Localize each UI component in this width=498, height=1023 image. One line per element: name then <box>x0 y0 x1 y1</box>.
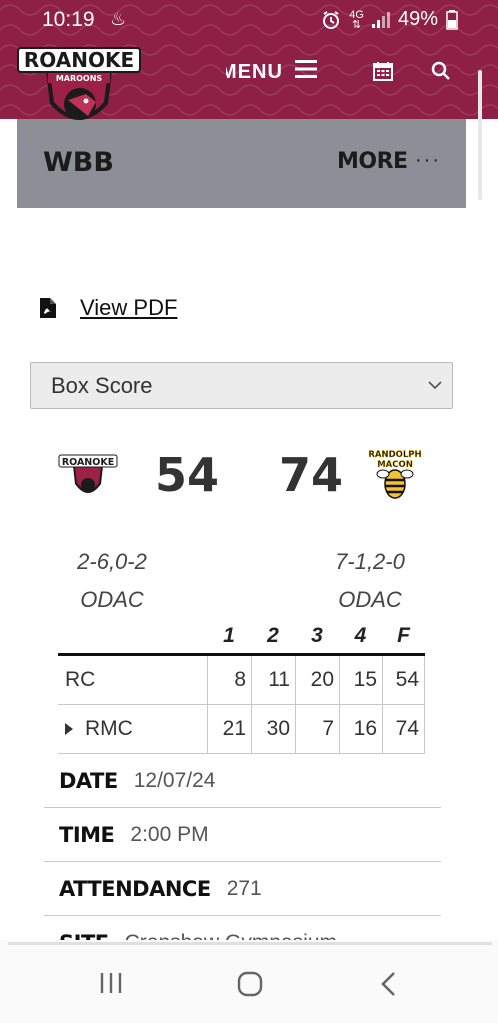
linescore-header-period: 2 <box>267 624 279 647</box>
alarm-icon <box>321 10 341 30</box>
search-icon <box>431 61 451 85</box>
linescore-cell: 7 <box>295 705 339 753</box>
scrollbar[interactable] <box>478 70 482 200</box>
home-button[interactable] <box>236 970 264 1003</box>
away-team-logo: RANDOLPH MACON <box>365 446 425 502</box>
search-button[interactable] <box>431 61 451 86</box>
back-button[interactable] <box>378 970 400 1003</box>
report-select-value: Box Score <box>51 373 153 398</box>
linescore-team-name: RC <box>65 668 96 691</box>
home-icon <box>237 971 263 997</box>
away-logo-text-2: MACON <box>377 460 413 470</box>
linescore-cell: 30 <box>251 705 295 753</box>
linescore-header-final: F <box>397 624 410 647</box>
linescore-cell: 8 <box>207 656 251 704</box>
battery-icon <box>446 9 458 30</box>
roanoke-logo-icon: ROANOKE MAROONS <box>17 47 141 120</box>
away-record: 7-1,2-0 ODAC <box>310 543 430 619</box>
away-logo-text-1: RANDOLPH <box>368 450 421 460</box>
site-logo[interactable]: ROANOKE MAROONS <box>16 40 142 136</box>
expand-arrow-icon[interactable] <box>65 723 73 735</box>
linescore-cell: 11 <box>251 656 295 704</box>
home-team-logo: ROANOKE <box>58 452 118 502</box>
view-pdf-link[interactable]: View PDF <box>80 295 177 321</box>
network-type-icon: 4G ⇅ <box>349 8 364 31</box>
status-time: 10:19 <box>42 8 95 31</box>
notification-icon: ♨ <box>110 9 127 29</box>
linescore-cell: 15 <box>339 656 382 704</box>
calendar-button[interactable] <box>373 61 393 86</box>
hamburger-icon <box>294 60 317 84</box>
linescore-table: 1 2 3 4 F RC 8 11 20 15 54 RMC 21 30 7 1… <box>58 620 425 754</box>
recent-apps-button[interactable] <box>98 970 124 1001</box>
report-select[interactable]: Box Score <box>30 362 453 409</box>
back-icon <box>381 972 395 996</box>
signal-icon <box>371 11 390 28</box>
pdf-icon <box>40 298 56 323</box>
game-info: DATE 12/07/24 TIME 2:00 PM ATTENDANCE 27… <box>44 754 441 970</box>
date-value: 12/07/24 <box>133 768 216 792</box>
linescore-team-name: RMC <box>85 717 133 740</box>
home-record-conf: ODAC <box>80 587 144 612</box>
home-record-overall: 2-6,0-2 <box>77 549 147 574</box>
home-score: 54 <box>155 448 220 502</box>
recent-apps-icon <box>100 973 122 993</box>
linescore-cell: 20 <box>295 656 339 704</box>
logo-subword: MAROONS <box>56 74 103 83</box>
away-score: 74 <box>279 448 344 502</box>
roanoke-small-logo-icon: ROANOKE <box>58 454 118 493</box>
home-record: 2-6,0-2 ODAC <box>52 543 172 619</box>
linescore-cell-final: 54 <box>382 656 425 704</box>
menu-label: MENU <box>220 60 283 83</box>
attendance-value: 271 <box>226 876 262 900</box>
attendance-label: ATTENDANCE <box>59 876 211 901</box>
battery-percent: 49% <box>397 8 438 30</box>
linescore-cell-final: 74 <box>382 705 425 753</box>
linescore-header-period: 4 <box>354 624 367 647</box>
linescore-header-team <box>58 620 207 653</box>
linescore-cell: 21 <box>207 705 251 753</box>
linescore-row[interactable]: RMC 21 30 7 16 74 <box>58 705 425 754</box>
status-bar: 10:19 ♨ 4G ⇅ 49% <box>0 0 498 38</box>
linescore-row: RC 8 11 20 15 54 <box>58 656 425 705</box>
home-logo-text: ROANOKE <box>62 457 114 468</box>
linescore-cell: 16 <box>339 705 382 753</box>
time-label: TIME <box>59 822 115 847</box>
linescore-team-cell[interactable]: RMC <box>58 705 207 753</box>
away-record-conf: ODAC <box>338 587 402 612</box>
randolph-macon-logo-icon: RANDOLPH MACON <box>368 450 422 499</box>
chevron-down-icon <box>428 377 442 395</box>
linescore-header-period: 1 <box>223 624 235 647</box>
date-label: DATE <box>59 768 118 793</box>
network-type-label: 4G <box>349 8 364 21</box>
info-row-attendance: ATTENDANCE 271 <box>44 862 441 916</box>
menu-button[interactable]: MENU <box>226 60 317 84</box>
calendar-icon <box>373 62 393 85</box>
time-value: 2:00 PM <box>130 822 209 846</box>
info-row-time: TIME 2:00 PM <box>44 808 441 862</box>
info-row-date: DATE 12/07/24 <box>44 754 441 808</box>
divider <box>8 942 492 945</box>
sport-title: WBB <box>43 147 114 178</box>
logo-wordmark: ROANOKE <box>24 48 134 72</box>
more-button[interactable]: MORE <box>337 149 408 174</box>
more-dots-icon[interactable]: ··· <box>415 149 441 172</box>
linescore-header-period: 3 <box>311 624 323 647</box>
away-record-overall: 7-1,2-0 <box>335 549 405 574</box>
linescore-header: 1 2 3 4 F <box>58 620 425 656</box>
